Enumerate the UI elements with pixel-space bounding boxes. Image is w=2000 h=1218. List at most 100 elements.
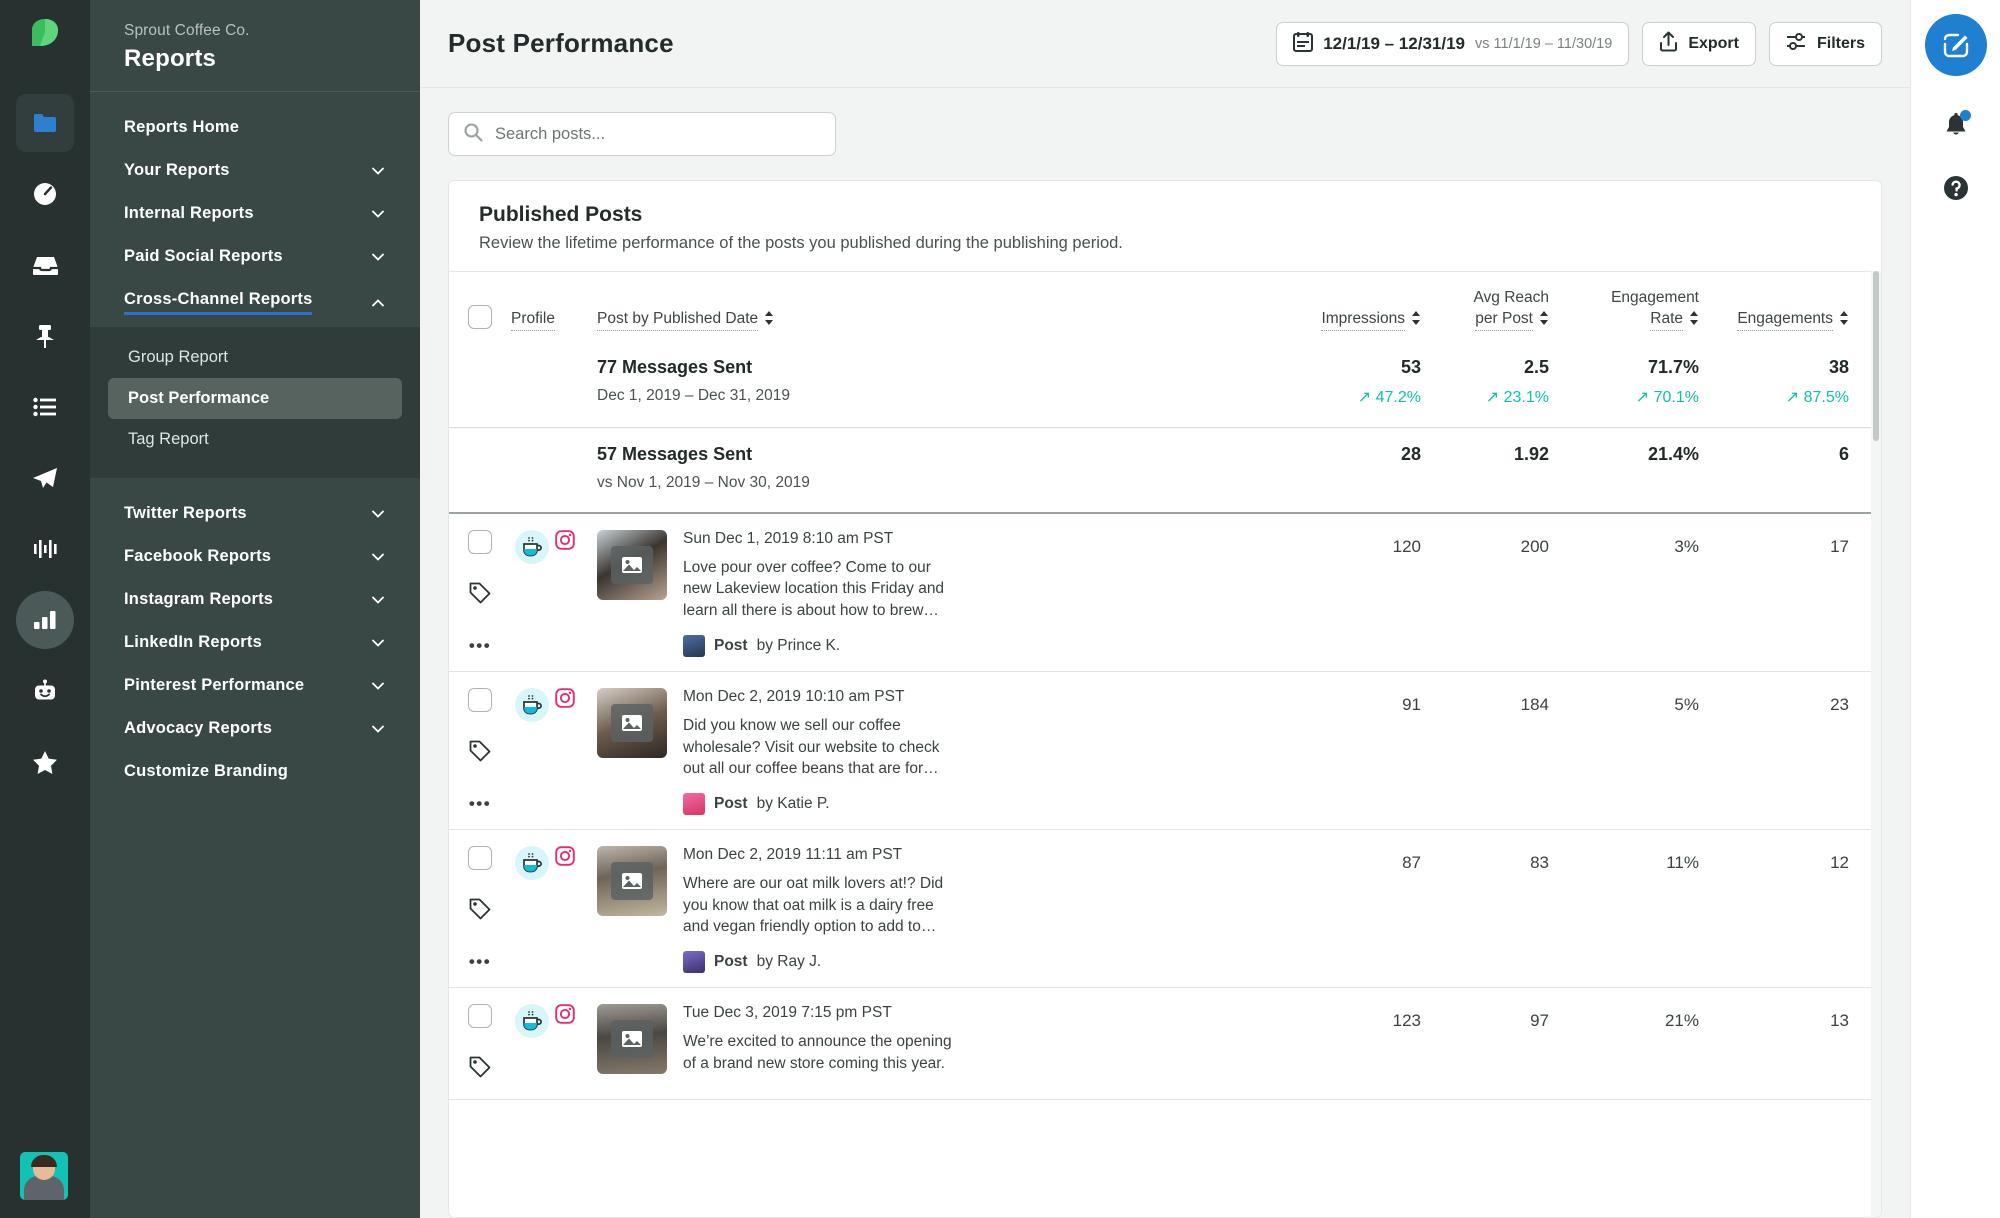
cell-value: 200 xyxy=(1520,537,1549,556)
sidebar-item-pinterest-performance[interactable]: Pinterest Performance xyxy=(90,664,420,707)
cell-value: 120 xyxy=(1392,537,1421,556)
row-profile-cell xyxy=(511,1004,597,1085)
sidebar-item-linkedin-reports[interactable]: LinkedIn Reports xyxy=(90,621,420,664)
row-checkbox[interactable] xyxy=(468,1004,492,1029)
post-copy: We’re excited to announce the opening of… xyxy=(683,1033,952,1072)
post-author-line: Post by Prince K. xyxy=(683,635,953,658)
column-impressions[interactable]: Impressions xyxy=(1299,309,1427,331)
sidebar-item-your-reports[interactable]: Your Reports xyxy=(90,149,420,192)
post-author-name: by Katie P. xyxy=(756,795,830,813)
image-placeholder-icon xyxy=(611,862,653,901)
rail-item-pin[interactable] xyxy=(16,307,74,365)
sidebar-item-reports-home[interactable]: Reports Home xyxy=(90,106,420,149)
rail-item-listening[interactable] xyxy=(16,520,74,578)
row-more-options-icon[interactable]: ••• xyxy=(469,637,491,654)
tag-icon[interactable] xyxy=(469,582,491,609)
avatar[interactable] xyxy=(20,1152,68,1200)
column-post[interactable]: Post by Published Date xyxy=(597,309,1299,331)
sidebar-item-instagram-reports[interactable]: Instagram Reports xyxy=(90,578,420,621)
row-impressions-cell: 120 xyxy=(1299,530,1427,657)
table-body: 77 Messages Sent Dec 1, 2019 – Dec 31, 2… xyxy=(449,341,1881,1217)
cross-channel-subnav: Group Report Post Performance Tag Report xyxy=(90,327,420,478)
summary-delta-value: 47.2% xyxy=(1375,389,1421,406)
row-engagements-cell: 13 xyxy=(1705,1004,1855,1085)
sort-arrows-icon[interactable] xyxy=(1411,310,1421,331)
post-author-prefix: Post xyxy=(714,637,748,655)
rail-item-list[interactable] xyxy=(16,378,74,436)
row-more-options-icon[interactable]: ••• xyxy=(469,795,491,812)
row-checkbox[interactable] xyxy=(468,846,492,871)
org-name: Sprout Coffee Co. xyxy=(124,22,250,39)
select-all-checkbox[interactable] xyxy=(468,305,492,329)
rail-item-reports[interactable] xyxy=(16,591,74,649)
row-checkbox[interactable] xyxy=(468,688,492,713)
rail-item-inbox[interactable] xyxy=(16,236,74,294)
search-input[interactable] xyxy=(495,124,821,144)
sidebar-item-group-report[interactable]: Group Report xyxy=(108,337,402,378)
top-bar: Post Performance 12/1/19 – 12/31/19 vs 1… xyxy=(420,0,1910,88)
sidebar-item-facebook-reports[interactable]: Facebook Reports xyxy=(90,535,420,578)
column-engagements[interactable]: Engagements xyxy=(1705,309,1855,331)
scrollbar-thumb[interactable] xyxy=(1873,271,1879,441)
sidebar-item-customize-branding[interactable]: Customize Branding xyxy=(90,750,420,793)
sidebar-item-advocacy-reports[interactable]: Advocacy Reports xyxy=(90,707,420,750)
post-thumbnail[interactable] xyxy=(597,1004,667,1075)
sort-arrows-icon[interactable] xyxy=(1539,310,1549,331)
post-thumbnail[interactable] xyxy=(597,688,667,759)
column-engagement-rate[interactable]: Engagement Rate xyxy=(1555,289,1705,331)
filters-button[interactable]: Filters xyxy=(1768,21,1882,66)
post-copy: Where are our oat milk lovers at!? Did y… xyxy=(683,875,944,935)
row-engagements-cell: 23 xyxy=(1705,688,1855,815)
chevron-down-icon xyxy=(370,506,386,522)
table-row[interactable]: ••• xyxy=(449,672,1881,831)
sort-arrows-icon[interactable] xyxy=(1839,310,1849,331)
sidebar-item-label: Paid Social Reports xyxy=(124,247,283,265)
notifications-button[interactable] xyxy=(1936,106,1976,146)
summary-sublabel: Dec 1, 2019 – Dec 31, 2019 xyxy=(597,387,791,404)
sort-arrows-icon[interactable] xyxy=(764,310,774,331)
row-controls: ••• xyxy=(449,688,511,815)
cell-value: 3% xyxy=(1674,537,1699,556)
summary-check-cell xyxy=(449,444,511,446)
summary-avg-reach-cell: 2.5 ↗ 23.1% xyxy=(1427,357,1555,407)
tag-icon[interactable] xyxy=(469,1056,491,1083)
summary-label: 57 Messages Sent xyxy=(597,444,753,464)
sidebar-item-internal-reports[interactable]: Internal Reports xyxy=(90,192,420,235)
rail-item-publishing[interactable] xyxy=(16,449,74,507)
date-range-picker[interactable]: 12/1/19 – 12/31/19 vs 11/1/19 – 11/30/19 xyxy=(1276,21,1630,66)
cell-value: 5% xyxy=(1674,695,1699,715)
export-button[interactable]: Export xyxy=(1642,21,1756,66)
dashboard-gauge-icon xyxy=(34,183,56,205)
sidebar-item-twitter-reports[interactable]: Twitter Reports xyxy=(90,492,420,535)
table-vertical-scrollbar[interactable] xyxy=(1871,271,1881,1217)
post-thumbnail[interactable] xyxy=(597,846,667,917)
tag-icon[interactable] xyxy=(469,898,491,925)
sidebar-item-paid-social-reports[interactable]: Paid Social Reports xyxy=(90,235,420,278)
rail-item-bots[interactable] xyxy=(16,662,74,720)
row-checkbox[interactable] xyxy=(468,530,492,554)
post-author-prefix: Post xyxy=(714,795,748,813)
sidebar-item-tag-report[interactable]: Tag Report xyxy=(108,419,402,460)
rail-item-dashboard[interactable] xyxy=(16,165,74,223)
table-row[interactable]: Tue Dec 3, 2019 7:15 pm PST We’re excite… xyxy=(449,988,1881,1101)
column-avg-reach-per-post[interactable]: Avg Reach per Post xyxy=(1427,289,1555,331)
search-box[interactable] xyxy=(448,112,836,156)
row-controls xyxy=(449,1004,511,1085)
sort-arrows-icon[interactable] xyxy=(1689,310,1699,331)
table-row[interactable]: ••• xyxy=(449,514,1881,673)
sprout-leaf-logo[interactable] xyxy=(22,14,68,60)
post-thumbnail[interactable] xyxy=(597,530,667,600)
rail-item-folder[interactable] xyxy=(16,94,74,152)
chevron-down-icon xyxy=(370,249,386,265)
summary-row-current: 77 Messages Sent Dec 1, 2019 – Dec 31, 2… xyxy=(449,341,1881,428)
sidebar-item-cross-channel-reports[interactable]: Cross-Channel Reports xyxy=(90,278,420,327)
rail-item-reviews[interactable] xyxy=(16,733,74,791)
column-profile[interactable]: Profile xyxy=(511,309,597,331)
compose-button[interactable] xyxy=(1924,14,1987,76)
help-button[interactable] xyxy=(1936,168,1976,208)
sidebar-item-post-performance[interactable]: Post Performance xyxy=(108,378,402,419)
table-row[interactable]: ••• xyxy=(449,830,1881,989)
tag-icon[interactable] xyxy=(469,740,491,767)
post-author-prefix: Post xyxy=(714,953,748,971)
row-more-options-icon[interactable]: ••• xyxy=(469,953,491,970)
